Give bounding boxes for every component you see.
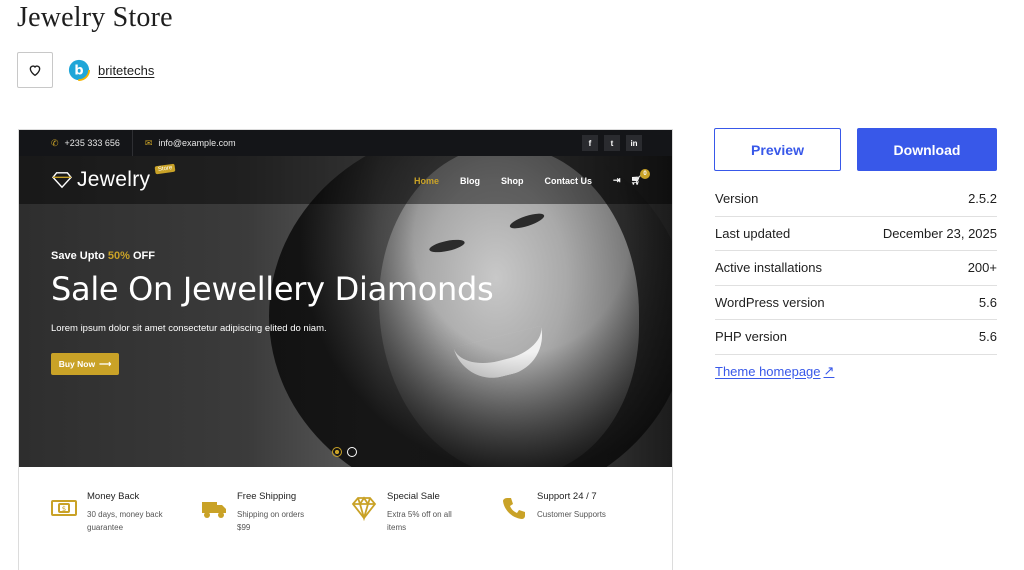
meta-value: 5.6: [978, 329, 997, 345]
feature-item: Free Shipping Shipping on orders $99: [201, 491, 351, 570]
meta-label: PHP version: [715, 329, 788, 345]
preview-features: $ Money Back 30 days, money back guarant…: [19, 467, 672, 570]
mail-icon: ✉: [144, 137, 153, 148]
preview-topbar: ✆ +235 333 656 ✉ info@example.com f t in: [19, 130, 672, 156]
feature-subtitle: Shipping on orders $99: [237, 510, 305, 532]
hero-buy-label: Buy Now: [58, 359, 96, 369]
preview-button[interactable]: Preview: [714, 128, 841, 171]
preview-logo: Jewelry Store: [51, 163, 176, 192]
feature-item: Special Sale Extra 5% off on all items: [351, 491, 501, 570]
favorite-button[interactable]: [17, 52, 53, 88]
meta-row-php-version: PHP version 5.6: [715, 320, 997, 355]
theme-meta: Version 2.5.2 Last updated December 23, …: [715, 182, 997, 355]
money-icon: $: [51, 500, 77, 516]
preview-email: ✉ info@example.com: [133, 130, 248, 156]
feature-title: Special Sale: [387, 491, 440, 502]
meta-row-wp-version: WordPress version 5.6: [715, 286, 997, 320]
hero-description: Lorem ipsum dolor sit amet consectetur a…: [51, 323, 327, 334]
hero-title: Sale On Jewellery Diamonds: [51, 270, 494, 308]
meta-value: 2.5.2: [968, 191, 997, 207]
preview-nav-shop: Shop: [501, 175, 524, 186]
truck-icon: [202, 502, 226, 518]
author-link[interactable]: britetechs: [98, 63, 154, 78]
preview-logo-text: Jewelry: [77, 168, 151, 191]
meta-label: Active installations: [715, 260, 822, 276]
preview-nav-icons: ⇥ 🛒︎ 0: [613, 169, 650, 186]
phone-icon: ✆: [51, 137, 59, 148]
cart-count-badge: 0: [640, 169, 650, 179]
preview-nav-blog: Blog: [460, 175, 480, 186]
hero-tagline: Save Upto 50% OFF: [51, 250, 155, 262]
diamond-icon: [52, 172, 72, 189]
feature-item: Support 24 / 7 Customer Supports: [501, 491, 651, 570]
preview-hero: Jewelry Store Home Blog Shop Contact Us …: [19, 156, 672, 467]
feature-item: $ Money Back 30 days, money back guarant…: [51, 491, 201, 570]
login-icon: ⇥: [613, 175, 621, 185]
preview-socials: f t in: [582, 135, 642, 151]
feature-title: Support 24 / 7: [537, 491, 597, 502]
theme-screenshot: ✆ +235 333 656 ✉ info@example.com f t in…: [18, 129, 673, 570]
feature-subtitle: 30 days, money back guarantee: [87, 510, 163, 532]
slider-dot: [332, 447, 342, 457]
meta-row-active-installs: Active installations 200+: [715, 251, 997, 286]
preview-nav-home: Home: [413, 175, 439, 186]
meta-row-version: Version 2.5.2: [715, 182, 997, 217]
meta-label: Last updated: [715, 225, 791, 241]
feature-title: Money Back: [87, 491, 140, 502]
facebook-icon: f: [582, 135, 598, 151]
page-title: Jewelry Store: [17, 2, 173, 33]
diamond-icon: [351, 496, 377, 521]
meta-value: December 23, 2025: [882, 225, 997, 241]
slider-dot: [347, 447, 357, 457]
meta-value: 200+: [967, 260, 997, 276]
heart-icon: [29, 65, 41, 77]
meta-row-last-updated: Last updated December 23, 2025: [715, 217, 997, 251]
hero-tag-percent: 50%: [107, 250, 130, 262]
hero-tag-prefix: Save Upto: [51, 250, 105, 262]
slider-dots: [332, 447, 357, 457]
feature-subtitle: Extra 5% off on all items: [387, 510, 452, 532]
download-button[interactable]: Download: [857, 128, 997, 171]
phone-icon: [503, 498, 525, 519]
meta-label: WordPress version: [715, 294, 825, 310]
author-logo-icon: b: [68, 59, 90, 81]
theme-homepage-label: Theme homepage: [715, 363, 821, 379]
hero-tag-suffix: OFF: [132, 250, 155, 262]
hero-buy-button: Buy Now ⟶: [51, 353, 119, 375]
author: b britetechs: [68, 59, 154, 81]
preview-nav-contact: Contact Us: [544, 175, 593, 186]
theme-homepage-link[interactable]: Theme homepage ↗: [715, 363, 834, 379]
preview-nav: Home Blog Shop Contact Us ⇥ 🛒︎ 0: [413, 169, 650, 186]
meta-label: Version: [715, 191, 759, 207]
preview-email-text: info@example.com: [158, 138, 236, 148]
twitter-icon: t: [604, 135, 620, 151]
preview-phone-text: +235 333 656: [64, 138, 120, 148]
preview-phone: ✆ +235 333 656: [19, 130, 132, 156]
meta-value: 5.6: [978, 294, 997, 310]
linkedin-icon: in: [626, 135, 642, 151]
external-link-icon: ↗: [823, 363, 835, 378]
svg-text:$: $: [62, 505, 66, 513]
svg-text:b: b: [74, 64, 83, 79]
arrow-right-icon: ⟶: [99, 358, 112, 369]
feature-title: Free Shipping: [237, 491, 297, 502]
feature-subtitle: Customer Supports: [537, 510, 606, 519]
